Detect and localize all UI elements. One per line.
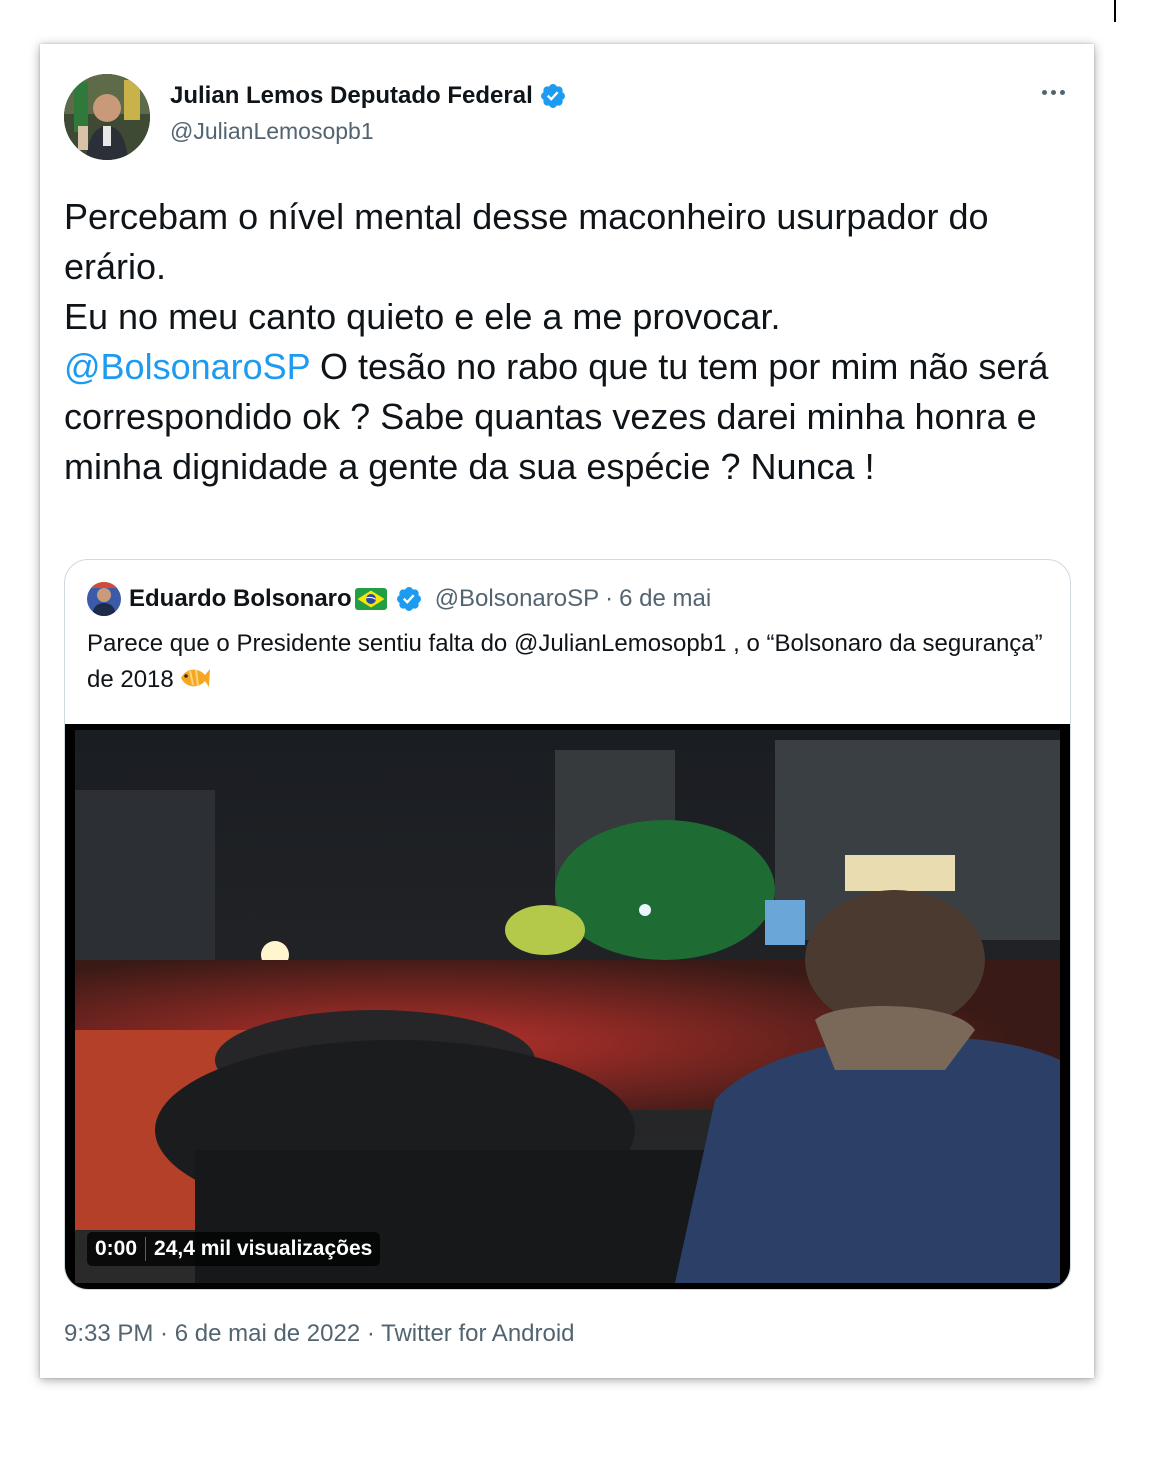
tweet-date[interactable]: 6 de mai de 2022: [175, 1320, 360, 1347]
separator-dot: ·: [605, 585, 614, 612]
quoted-text: Parece que o Presidente sentiu falta do …: [87, 630, 1043, 693]
video-thumbnail: [75, 730, 1060, 1283]
video-views: 24,4 mil visualizações: [154, 1237, 373, 1260]
quoted-author-handle: @BolsonaroSP: [434, 585, 600, 612]
quoted-author-name[interactable]: Eduardo Bolsonaro: [129, 585, 352, 613]
quoted-date[interactable]: 6 de mai: [619, 585, 711, 613]
brazil-flag-icon: [354, 588, 387, 610]
tweet-text: Percebam o nível mental desse maconheiro…: [64, 196, 1059, 487]
author-avatar[interactable]: [64, 74, 150, 160]
quoted-author-avatar[interactable]: [87, 582, 121, 616]
tweet-footer: 9:33 PM · 6 de mai de 2022 · Twitter for…: [64, 1320, 575, 1348]
fish-emoji-icon: [180, 669, 210, 687]
tweet-source[interactable]: Twitter for Android: [381, 1320, 574, 1347]
author-handle[interactable]: @JulianLemosopb1: [170, 118, 374, 145]
video-time: 0:00: [87, 1237, 147, 1261]
separator-dot: ·: [153, 1320, 175, 1347]
text-cursor: [1114, 0, 1116, 22]
author-name[interactable]: Julian Lemos Deputado Federal: [170, 82, 533, 110]
tweet-card: Julian Lemos Deputado Federal @JulianLem…: [40, 44, 1094, 1378]
video-player[interactable]: 0:00 24,4 mil visualizações: [65, 724, 1070, 1289]
tweet-time[interactable]: 9:33 PM: [64, 1320, 153, 1347]
verified-badge-icon: [396, 587, 421, 611]
quoted-tweet[interactable]: Eduardo Bolsonaro @BolsonaroSP · 6 de ma…: [64, 559, 1071, 1290]
separator-dot: ·: [360, 1320, 382, 1347]
more-options-icon[interactable]: [1036, 82, 1070, 102]
mention-link[interactable]: @BolsonaroSP: [64, 346, 310, 387]
verified-badge-icon: [540, 84, 565, 108]
video-info-badge: 0:00 24,4 mil visualizações: [87, 1232, 381, 1266]
